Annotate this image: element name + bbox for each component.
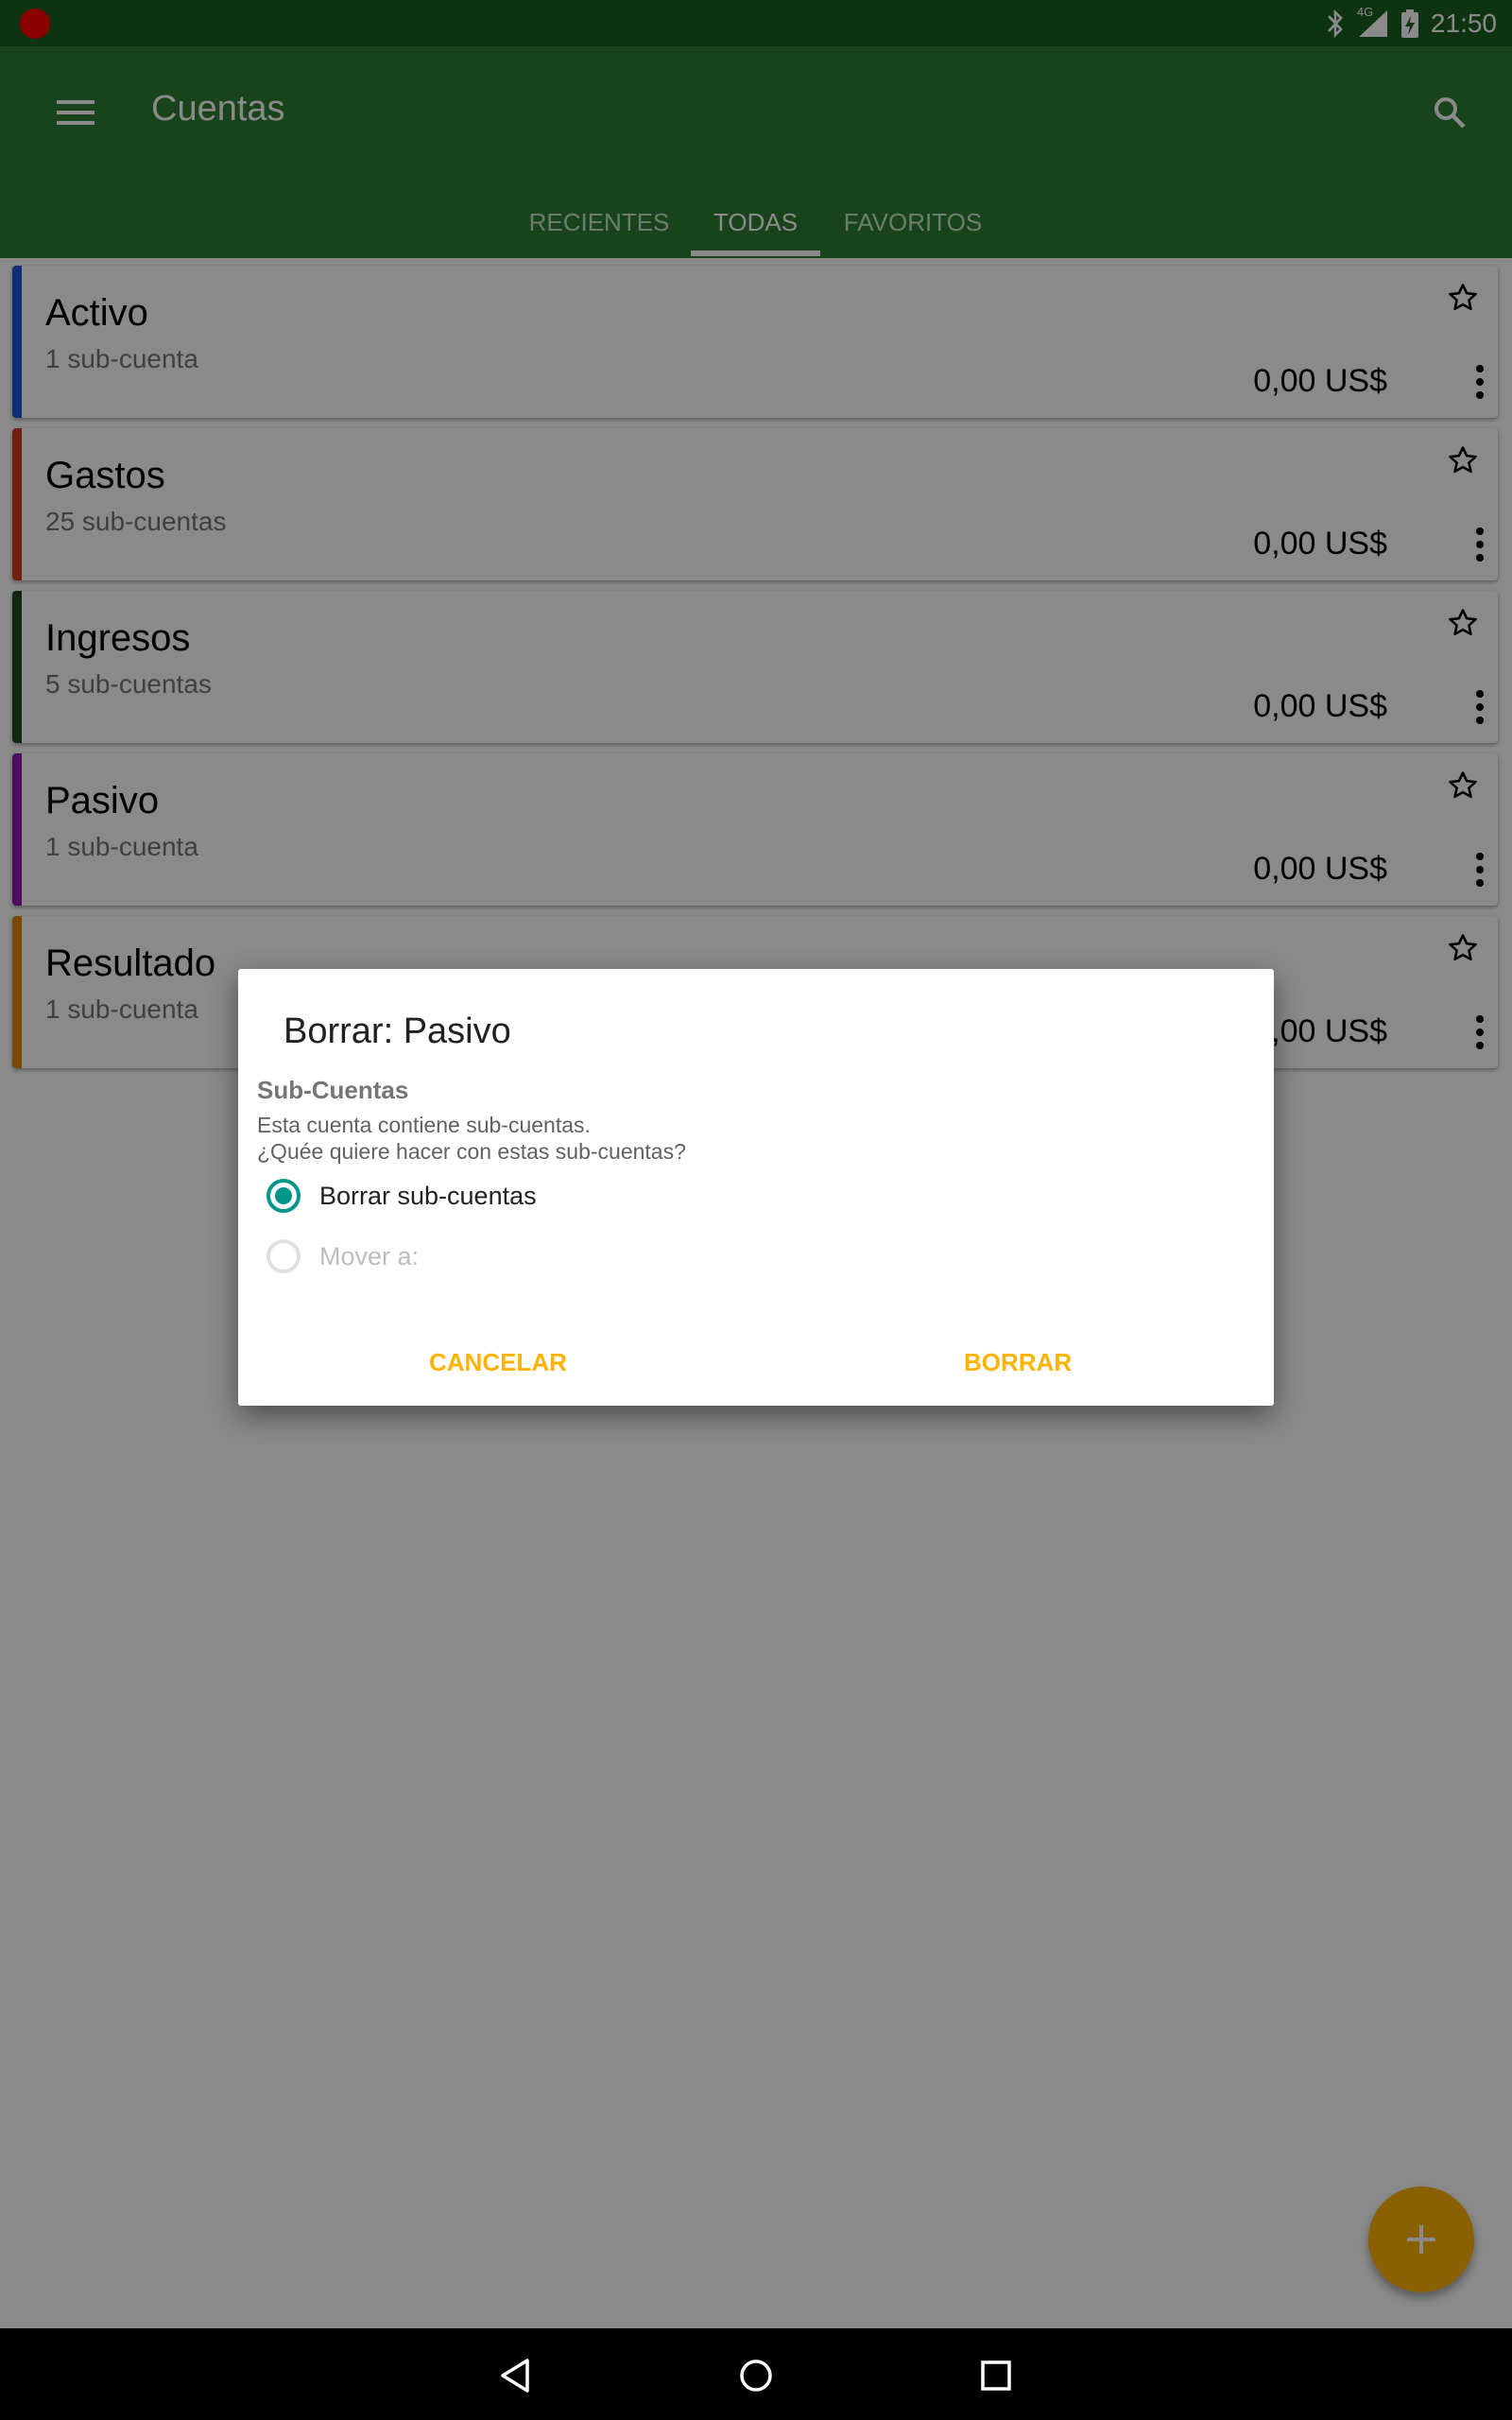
dialog-section-title: Sub-Cuentas: [257, 1076, 409, 1104]
radio-label: Mover a:: [319, 1242, 420, 1270]
delete-account-dialog: Borrar: Pasivo Sub-Cuentas Esta cuenta c…: [238, 969, 1274, 1406]
back-icon: [501, 2359, 529, 2393]
dialog-message-line-1: Esta cuenta contiene sub-cuentas.: [257, 1113, 591, 1137]
back-button[interactable]: [486, 2345, 546, 2406]
dialog-message: Esta cuenta contiene sub-cuentas. ¿Quée …: [257, 1112, 686, 1165]
dialog-message-line-2: ¿Quée quiere hacer con estas sub-cuentas…: [257, 1139, 686, 1164]
home-button[interactable]: [726, 2345, 786, 2406]
delete-button[interactable]: BORRAR: [964, 1336, 1072, 1389]
recents-icon: [981, 2360, 1011, 2391]
recents-button[interactable]: [966, 2345, 1026, 2406]
radio-checked-icon: [266, 1179, 301, 1213]
radio-unchecked-icon: [266, 1239, 301, 1273]
radio-delete-subaccounts[interactable]: Borrar sub-cuentas: [266, 1173, 537, 1219]
radio-label: Borrar sub-cuentas: [319, 1182, 537, 1210]
radio-move-to: Mover a:: [266, 1234, 419, 1279]
home-icon: [740, 2360, 772, 2392]
navigation-bar: [0, 2328, 1512, 2420]
cancel-button[interactable]: CANCELAR: [429, 1336, 567, 1389]
dialog-title: Borrar: Pasivo: [284, 1011, 511, 1051]
